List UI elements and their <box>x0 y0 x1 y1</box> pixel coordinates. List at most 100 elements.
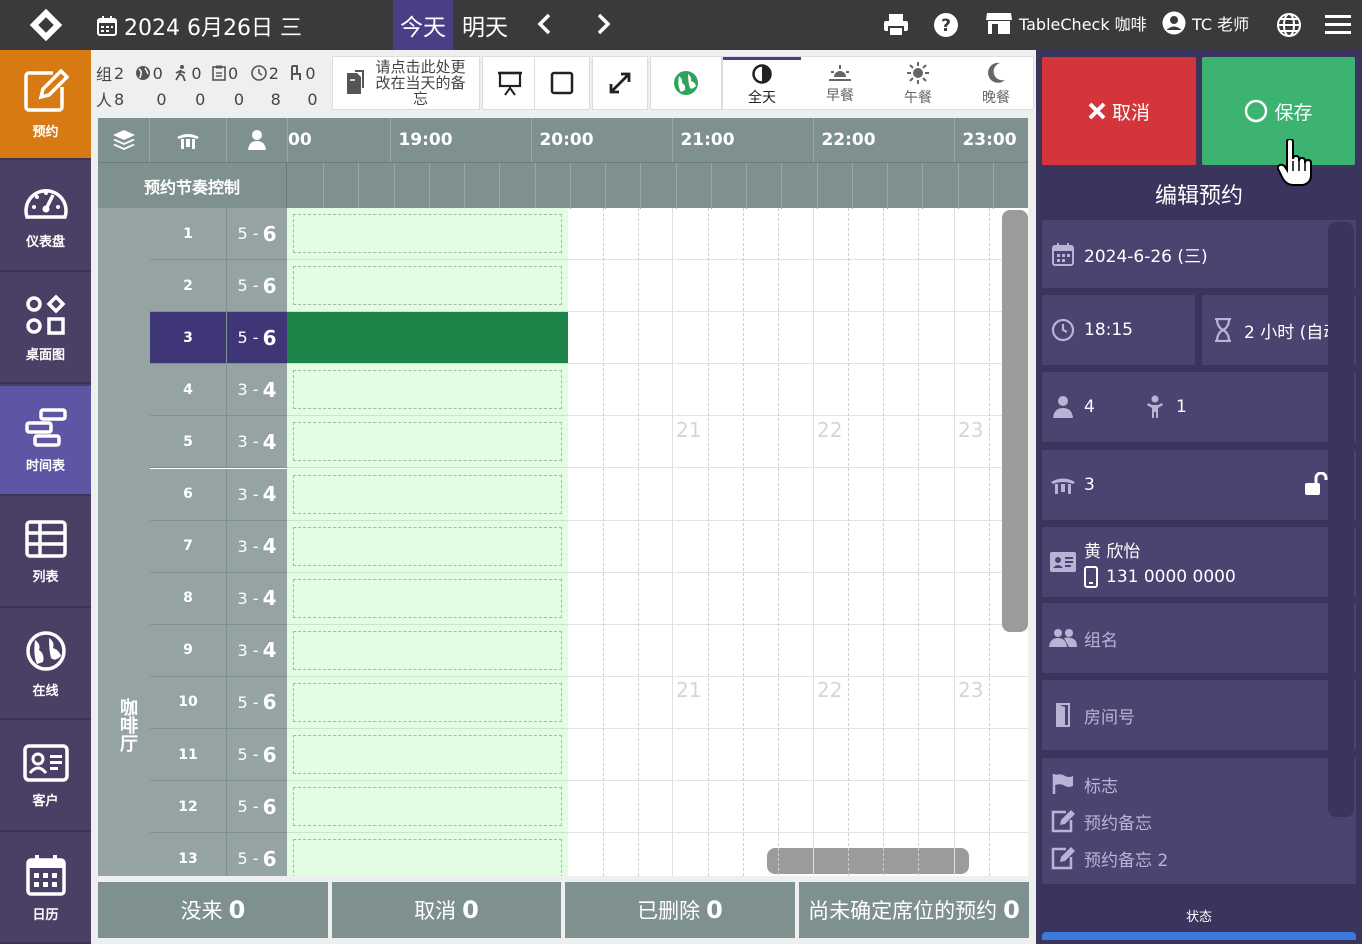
table-name[interactable]: 7 <box>150 520 227 573</box>
sidebar-item-timeline[interactable]: 时间表 <box>0 386 91 496</box>
timeline-cells[interactable] <box>568 364 1028 417</box>
available-slot[interactable] <box>287 260 568 313</box>
table-area-icon[interactable] <box>150 118 227 162</box>
unassigned-status[interactable]: 尚未确定席位的预约 0 <box>799 882 1029 938</box>
timeline-cells[interactable] <box>568 208 1028 260</box>
available-slot[interactable] <box>287 572 568 625</box>
vertical-scrollbar[interactable] <box>1002 210 1028 632</box>
guest-field[interactable]: 黄 欣怡 131 0000 0000 <box>1042 527 1356 597</box>
capacity-person-icon[interactable] <box>227 118 288 162</box>
tab-dinner[interactable]: 晚餐 <box>957 57 1035 111</box>
available-slot[interactable] <box>287 729 568 781</box>
date-picker[interactable]: 2024 6月26日 三 <box>96 10 302 42</box>
timeline-cells[interactable] <box>568 729 1028 781</box>
timeline-cells[interactable] <box>568 625 1028 677</box>
available-slot[interactable] <box>287 520 568 573</box>
online-toggle-button[interactable] <box>650 56 722 110</box>
daily-memo-button[interactable]: 请点击此处更改在当天的备忘 <box>332 56 480 110</box>
print-icon[interactable] <box>881 10 911 40</box>
available-slot[interactable] <box>287 676 568 729</box>
prev-day-button[interactable] <box>530 9 560 39</box>
table-name[interactable]: 4 <box>150 364 227 417</box>
available-slot[interactable] <box>287 208 568 260</box>
date-field[interactable]: 2024-6-26 (三) <box>1042 220 1356 288</box>
tomorrow-button[interactable]: 明天 <box>455 0 515 50</box>
sidebar-item-calendar[interactable]: 日历 <box>0 834 91 944</box>
time-field[interactable]: 18:15 <box>1042 295 1195 365</box>
sidebar-item-floorplan[interactable]: 桌面图 <box>0 274 91 384</box>
timeline-cells[interactable] <box>568 573 1028 625</box>
table-row[interactable]: 25 -6 <box>150 260 1028 313</box>
tab-lunch[interactable]: 午餐 <box>879 57 957 111</box>
available-slot[interactable] <box>287 781 568 834</box>
noshow-status[interactable]: 没来 0 <box>98 882 328 938</box>
table-row[interactable]: 10 5 -6 <box>150 676 1028 729</box>
memo-field[interactable]: 预约备忘 <box>1042 809 1152 834</box>
available-slot[interactable] <box>287 624 568 677</box>
presentation-button[interactable] <box>482 56 538 110</box>
sidebar-item-customers[interactable]: 客户 <box>0 722 91 832</box>
table-row[interactable]: 63 -4 <box>150 468 1028 521</box>
select-mode-button[interactable] <box>534 56 590 110</box>
table-name[interactable]: 5 <box>150 416 227 469</box>
unlock-icon[interactable] <box>1304 472 1330 496</box>
save-button[interactable]: 保存 <box>1202 57 1355 186</box>
timeline-cells[interactable] <box>568 521 1028 573</box>
party-size-field[interactable]: 4 1 <box>1042 372 1356 442</box>
table-name[interactable]: 9 <box>150 624 227 677</box>
cancel-button[interactable]: 取消 <box>1042 57 1196 165</box>
table-row[interactable]: 53 -4 <box>150 416 1028 469</box>
layers-icon[interactable] <box>98 118 150 162</box>
tab-all-day[interactable]: 全天 <box>723 57 801 111</box>
table-name[interactable]: 3 <box>150 312 227 365</box>
reservation-block[interactable] <box>287 312 568 365</box>
hamburger-menu-icon[interactable] <box>1323 10 1353 40</box>
cancelled-status[interactable]: 取消 0 <box>332 882 561 938</box>
table-name[interactable]: 12 <box>150 781 227 834</box>
room-number-field[interactable]: 房间号 <box>1042 680 1356 750</box>
table-row[interactable]: 11 5 -6 <box>150 729 1028 781</box>
timeline-cells[interactable] <box>568 312 1028 365</box>
app-logo-icon[interactable] <box>0 0 91 50</box>
timeline-cells[interactable] <box>568 260 1028 313</box>
sidebar-item-dashboard[interactable]: 仪表盘 <box>0 162 91 272</box>
available-slot[interactable] <box>287 833 568 876</box>
table-row[interactable]: 83 -4 <box>150 572 1028 625</box>
table-row[interactable]: 93 -4 <box>150 624 1028 677</box>
sidebar-item-list[interactable]: 列表 <box>0 498 91 608</box>
table-name[interactable]: 6 <box>150 468 227 521</box>
deleted-status[interactable]: 已删除 0 <box>565 882 795 938</box>
table-row[interactable]: 15 -6 <box>150 208 1028 260</box>
memo2-field[interactable]: 预约备忘 2 <box>1042 846 1168 871</box>
table-row[interactable]: 43 -4 <box>150 364 1028 417</box>
pacing-control-row[interactable]: 预约节奏控制 <box>98 162 1028 209</box>
next-day-button[interactable] <box>588 9 618 39</box>
table-row[interactable]: 73 -4 <box>150 520 1028 573</box>
group-name-field[interactable]: 组名 <box>1042 603 1356 673</box>
table-field[interactable]: 3 <box>1042 450 1356 520</box>
table-row[interactable]: 35 -6 <box>150 312 1028 365</box>
table-name[interactable]: 1 <box>150 208 227 260</box>
sidebar-item-online[interactable]: 在线 <box>0 610 91 720</box>
table-name[interactable]: 13 <box>150 833 227 876</box>
fullscreen-button[interactable] <box>592 56 648 110</box>
language-globe-icon[interactable] <box>1274 10 1304 40</box>
table-name[interactable]: 10 <box>150 676 227 729</box>
timeline-cells[interactable] <box>568 781 1028 834</box>
table-name[interactable]: 8 <box>150 572 227 625</box>
store-selector[interactable]: TableCheck 咖啡 <box>985 11 1147 35</box>
table-row[interactable]: 12 5 -6 <box>150 781 1028 834</box>
available-slot[interactable] <box>287 416 568 469</box>
panel-scrollbar[interactable] <box>1328 222 1354 817</box>
tags-field[interactable]: 标志 <box>1042 772 1118 797</box>
table-name[interactable]: 2 <box>150 260 227 313</box>
user-menu[interactable]: TC 老师 <box>1162 11 1249 35</box>
available-slot[interactable] <box>287 468 568 521</box>
table-name[interactable]: 11 <box>150 729 227 781</box>
tab-breakfast[interactable]: 早餐 <box>801 57 879 111</box>
timeline-cells[interactable] <box>568 469 1028 521</box>
sidebar-item-reservation[interactable]: 预约 <box>0 50 91 160</box>
horizontal-scrollbar[interactable] <box>767 848 969 874</box>
today-button[interactable]: 今天 <box>393 0 453 50</box>
status-selector[interactable] <box>1042 932 1356 940</box>
